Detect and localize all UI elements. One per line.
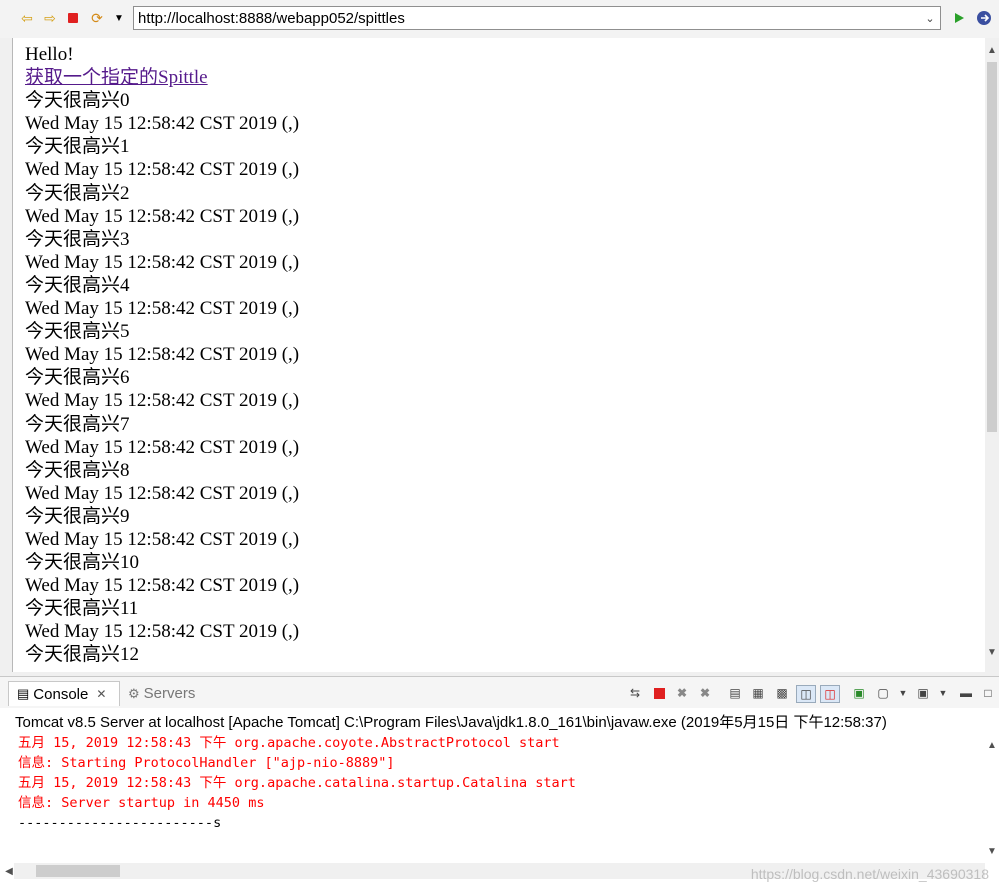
- spittle-message: 今天很高兴1: [25, 136, 130, 158]
- scroll-down-icon[interactable]: ▼: [985, 644, 999, 660]
- servers-icon: ⚙: [128, 685, 140, 701]
- scroll-thumb[interactable]: [36, 865, 120, 877]
- spittle-time: Wed May 15 12:58:42 CST 2019 (,): [25, 436, 300, 458]
- console-output[interactable]: 五月 15, 2019 12:58:43 下午 org.apache.coyot…: [18, 733, 576, 833]
- watermark: https://blog.csdn.net/weixin_43690318: [750, 866, 989, 882]
- spittle-time: Wed May 15 12:58:42 CST 2019 (,): [25, 621, 300, 643]
- spittle-message: 今天很高兴10: [25, 552, 140, 574]
- word-wrap-icon[interactable]: ▩: [773, 685, 791, 701]
- page-content: Hello! 获取一个指定的Spittle 今天很高兴0 Wed May 15 1…: [25, 43, 299, 667]
- spittle-message: 今天很高兴5: [25, 321, 130, 343]
- spittle-message: 今天很高兴9: [25, 505, 130, 527]
- external-browser-icon[interactable]: [975, 9, 993, 27]
- console-line: 信息: Starting ProtocolHandler ["ajp-nio-8…: [18, 755, 395, 771]
- tab-console-label: Console: [33, 685, 89, 703]
- spittle-message: 今天很高兴0: [25, 90, 130, 112]
- chevron-down-icon[interactable]: ▼: [934, 685, 952, 701]
- spittle-message: 今天很高兴8: [25, 459, 130, 481]
- arrow-left-icon[interactable]: ⇦: [18, 9, 36, 27]
- clear-console-icon[interactable]: ▤: [726, 685, 744, 701]
- console-line: 五月 15, 2019 12:58:43 下午 org.apache.catal…: [18, 775, 576, 791]
- maximize-icon[interactable]: □: [979, 685, 997, 701]
- spittle-message: 今天很高兴11: [25, 598, 139, 620]
- remove-launch-icon[interactable]: ✖: [673, 685, 691, 701]
- spittle-message: 今天很高兴6: [25, 367, 130, 389]
- spittle-message: 今天很高兴2: [25, 182, 130, 204]
- play-icon[interactable]: [950, 9, 968, 27]
- console-line: 信息: Server startup in 4450 ms: [18, 795, 265, 811]
- console-process-title: Tomcat v8.5 Server at localhost [Apache …: [15, 714, 887, 731]
- console-icon: ▤: [17, 686, 30, 701]
- console-line: 五月 15, 2019 12:58:43 下午 org.apache.coyot…: [18, 735, 560, 751]
- pin-console-icon[interactable]: ▣: [850, 685, 868, 701]
- scroll-lock-icon[interactable]: ▦: [749, 685, 767, 701]
- tab-console[interactable]: ▤ Console ✕: [8, 681, 120, 706]
- page-vertical-scrollbar[interactable]: ▲ ▼: [985, 38, 999, 672]
- spittle-time: Wed May 15 12:58:42 CST 2019 (,): [25, 344, 300, 366]
- show-on-stderr-icon[interactable]: ◫: [820, 685, 840, 703]
- console-tabbar: ▤ Console ✕ ⚙ Servers ⇆ ✖ ✖ ▤ ▦ ▩ ◫ ◫ ▣ …: [0, 677, 999, 708]
- spittle-time: Wed May 15 12:58:42 CST 2019 (,): [25, 390, 300, 412]
- spittle-time: Wed May 15 12:58:42 CST 2019 (,): [25, 298, 300, 320]
- spittle-time: Wed May 15 12:58:42 CST 2019 (,): [25, 205, 300, 227]
- chevron-down-icon[interactable]: ▼: [110, 9, 128, 27]
- tab-servers-label: Servers: [143, 685, 196, 702]
- url-field[interactable]: http://localhost:8888/webapp052/spittles…: [133, 6, 941, 30]
- console-view: ▤ Console ✕ ⚙ Servers ⇆ ✖ ✖ ▤ ▦ ▩ ◫ ◫ ▣ …: [0, 676, 999, 888]
- get-spittle-link[interactable]: 获取一个指定的Spittle: [25, 67, 208, 88]
- stop-icon[interactable]: [64, 9, 82, 27]
- scroll-up-icon[interactable]: ▲: [985, 737, 999, 753]
- minimize-icon[interactable]: ▬: [957, 685, 975, 701]
- display-console-icon[interactable]: ▢: [874, 685, 892, 701]
- url-dropdown-icon[interactable]: ⌄: [922, 9, 938, 27]
- spittle-time: Wed May 15 12:58:42 CST 2019 (,): [25, 113, 300, 135]
- spittle-message: 今天很高兴3: [25, 228, 130, 250]
- console-line: ------------------------s: [18, 815, 222, 831]
- spittle-time: Wed May 15 12:58:42 CST 2019 (,): [25, 528, 300, 550]
- open-console-icon[interactable]: ▣: [914, 685, 932, 701]
- greeting: Hello!: [25, 44, 74, 65]
- spittle-time: Wed May 15 12:58:42 CST 2019 (,): [25, 482, 300, 504]
- spittle-message: 今天很高兴7: [25, 413, 130, 435]
- spittle-message: 今天很高兴12: [25, 644, 140, 666]
- chevron-down-icon[interactable]: ▼: [894, 685, 912, 701]
- arrow-right-icon[interactable]: ⇨: [41, 9, 59, 27]
- spittle-time: Wed May 15 12:58:42 CST 2019 (,): [25, 251, 300, 273]
- remove-all-icon[interactable]: ✖: [696, 685, 714, 701]
- terminate-icon[interactable]: [650, 685, 668, 701]
- scroll-thumb[interactable]: [987, 62, 997, 432]
- browser-toolbar: ⇦ ⇨ ⟳ ▼ http://localhost:8888/webapp052/…: [0, 0, 999, 38]
- scroll-down-icon[interactable]: ▼: [985, 843, 999, 859]
- tab-servers[interactable]: ⚙ Servers: [126, 681, 195, 706]
- close-icon[interactable]: ✕: [96, 687, 106, 701]
- scroll-up-icon[interactable]: ▲: [985, 42, 999, 58]
- spittle-time: Wed May 15 12:58:42 CST 2019 (,): [25, 575, 300, 597]
- spittle-message: 今天很高兴4: [25, 274, 130, 296]
- scroll-left-icon[interactable]: ◀: [2, 863, 16, 879]
- console-vertical-scrollbar[interactable]: ▲ ▼: [985, 733, 999, 863]
- disconnect-icon[interactable]: ⇆: [626, 685, 644, 701]
- url-text: http://localhost:8888/webapp052/spittles: [138, 10, 405, 27]
- browser-viewport: Hello! 获取一个指定的Spittle 今天很高兴0 Wed May 15 1…: [12, 38, 999, 672]
- spittle-time: Wed May 15 12:58:42 CST 2019 (,): [25, 159, 300, 181]
- show-on-stdout-icon[interactable]: ◫: [796, 685, 816, 703]
- refresh-icon[interactable]: ⟳: [88, 9, 106, 27]
